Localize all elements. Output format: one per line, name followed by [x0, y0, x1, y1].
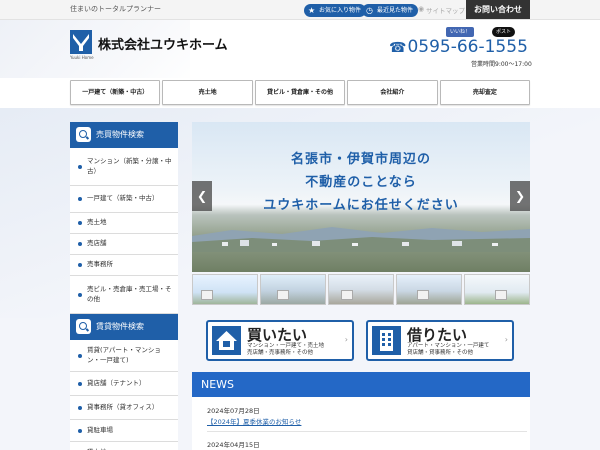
phone-number[interactable]: ☎0595-66-1555 [389, 37, 528, 57]
news-date: 2024年07月28日 [207, 407, 260, 415]
nav-item-house[interactable]: 一戸建て（新築・中古） [70, 80, 161, 105]
rent-category-sub-1: アパート・マンション・一戸建て [407, 343, 490, 349]
slider-thumbnails [192, 274, 530, 305]
building-graphic [201, 290, 213, 300]
slider-prev-button[interactable]: ❮ [192, 181, 212, 211]
sidebar-item-house[interactable]: 一戸建て（新築・中古） [70, 186, 178, 213]
phone-icon: ☎ [389, 40, 407, 56]
sidebar-item-rental-land[interactable]: 貸土地 [70, 442, 178, 450]
nav-item-land[interactable]: 売土地 [162, 80, 253, 105]
sitemap-link[interactable]: ◉ サイトマップ [418, 5, 465, 15]
building-graphic [277, 290, 289, 300]
chevron-right-icon: › [504, 335, 508, 344]
search-icon [76, 127, 91, 142]
news-date: 2024年04月15日 [207, 441, 260, 449]
x-post-button[interactable]: ポスト [492, 27, 516, 37]
buy-category-sub-2: 売店舗・売事務所・その他 [247, 349, 314, 356]
news-link[interactable]: 【2024年】夏季休業のお知らせ [207, 416, 301, 426]
recently-viewed-label: 最近見た物件 [377, 7, 414, 14]
tagline: 住まいのトータルプランナー [70, 5, 161, 13]
company-name[interactable]: 株式会社ユウキホーム [98, 34, 228, 53]
star-icon: ★ [308, 6, 316, 15]
news-heading: NEWS [192, 372, 530, 397]
hero-message: 名張市・伊賀市周辺の 不動産のことなら ユウキホームにお任せください [192, 148, 530, 217]
rent-category-button[interactable]: 借りたい アパート・マンション・一戸建て 貸店舗・貸事務所・その他 › [366, 320, 514, 361]
sidebar-item-land[interactable]: 売土地 [70, 213, 178, 234]
global-nav: 一戸建て（新築・中古） 売土地 貸ビル・貸倉庫・その他 会社紹介 売却査定 [70, 80, 531, 105]
facebook-like-button[interactable]: いいね！ [446, 27, 475, 37]
sidebar-item-rental-store[interactable]: 貸店舗（テナント） [70, 372, 178, 396]
buy-category-button[interactable]: 買いたい マンション・一戸建て・売土地 売店舗・売事務所・その他 › [206, 320, 354, 361]
logo-icon[interactable] [70, 30, 92, 54]
building-graphic [341, 290, 353, 300]
recently-viewed-button[interactable]: ◷ 最近見た物件 [362, 4, 419, 17]
sitemap-label: サイトマップ [426, 7, 465, 15]
site-header: Yuuki Home 株式会社ユウキホーム いいね！ ポスト ☎0595-66-… [0, 20, 600, 78]
slider-thumbnail[interactable] [260, 274, 326, 305]
favorites-button[interactable]: ★ お気に入り物件 [304, 4, 367, 17]
hero-slider: 名張市・伊賀市周辺の 不動産のことなら ユウキホームにお任せください ❮ ❯ [192, 122, 530, 272]
sitemap-icon: ◉ [418, 5, 425, 13]
nav-item-company[interactable]: 会社紹介 [347, 80, 438, 105]
buy-category-title: 買いたい [247, 326, 308, 344]
building-icon [372, 326, 401, 355]
sidebar-buy-search: 売買物件検索 マンション（新築・分譲・中古） 一戸建て（新築・中古） 売土地 売… [70, 122, 178, 314]
hero-line-3: ユウキホームにお任せください [263, 198, 459, 213]
sidebar-buy-title: 売買物件検索 [96, 130, 144, 139]
landscape-illustration [192, 227, 530, 252]
logo-subtext: Yuuki Home [70, 55, 94, 60]
slider-thumbnail[interactable] [192, 274, 258, 305]
slider-next-button[interactable]: ❯ [510, 181, 530, 211]
slider-thumbnail[interactable] [396, 274, 462, 305]
chevron-right-icon: › [344, 335, 348, 344]
house-icon [212, 326, 241, 355]
sidebar-item-store[interactable]: 売店舗 [70, 234, 178, 255]
search-icon [76, 319, 91, 334]
nav-item-appraisal[interactable]: 売却査定 [439, 80, 531, 105]
rent-category-title: 借りたい [407, 326, 468, 344]
hero-line-2: 不動産のことなら [305, 175, 417, 190]
favorites-label: お気に入り物件 [319, 7, 362, 14]
sidebar-item-building-other[interactable]: 売ビル・売倉庫・売工場・その他 [70, 276, 178, 314]
sidebar-rent-search: 賃貸物件検索 賃貸(アパート・マンション・一戸建て) 貸店舗（テナント） 貸事務… [70, 314, 178, 450]
top-bar: 住まいのトータルプランナー ★ お気に入り物件 ◷ 最近見た物件 ◉ サイトマッ… [0, 0, 600, 20]
business-hours: 営業時間9:00～17:00 [471, 61, 532, 68]
hero-line-1: 名張市・伊賀市周辺の [290, 152, 431, 167]
building-graphic [417, 290, 429, 300]
news-list: 2024年07月28日 【2024年】夏季休業のお知らせ 2024年04月15日 [192, 397, 530, 450]
contact-button[interactable]: お問い合わせ [466, 0, 530, 19]
buy-category-description: マンション・一戸建て・売土地 売店舗・売事務所・その他 [247, 343, 324, 357]
rent-category-description: アパート・マンション・一戸建て 貸店舗・貸事務所・その他 [407, 343, 489, 357]
clock-icon: ◷ [366, 6, 373, 15]
rent-category-sub-2: 貸店舗・貸事務所・その他 [407, 349, 474, 356]
sidebar-item-rental-office[interactable]: 貸事務所（貸オフィス） [70, 396, 178, 420]
phone-text: 0595-66-1555 [407, 37, 528, 57]
slider-thumbnail[interactable] [464, 274, 530, 305]
news-divider [207, 431, 527, 432]
buy-category-sub-1: マンション・一戸建て・売土地 [247, 343, 325, 349]
sidebar-rent-title: 賃貸物件検索 [96, 322, 144, 331]
sidebar-buy-heading: 売買物件検索 [70, 122, 178, 148]
sidebar-item-rental-residence[interactable]: 賃貸(アパート・マンション・一戸建て) [70, 340, 178, 372]
sidebar-item-mansion[interactable]: マンション（新築・分譲・中古） [70, 148, 178, 186]
sidebar-item-parking[interactable]: 貸駐車場 [70, 420, 178, 442]
building-graphic [495, 290, 507, 300]
nav-item-rental-building[interactable]: 貸ビル・貸倉庫・その他 [254, 80, 346, 105]
sidebar-item-office[interactable]: 売事務所 [70, 255, 178, 276]
sidebar-rent-heading: 賃貸物件検索 [70, 314, 178, 340]
slider-thumbnail[interactable] [328, 274, 394, 305]
